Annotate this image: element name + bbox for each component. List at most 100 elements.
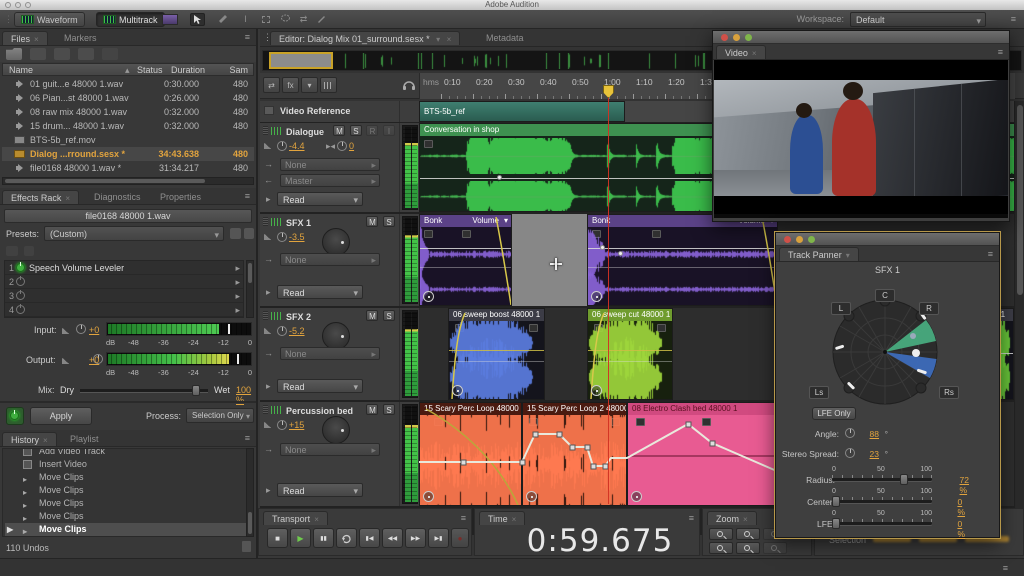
angle-knob[interactable]	[845, 428, 855, 438]
panel-menu-icon[interactable]: ≡	[245, 32, 250, 42]
sfx2-clip-2-selected[interactable]: 06 sweep cut 48000 1	[587, 308, 673, 400]
history-vscrollbar[interactable]	[246, 448, 254, 537]
close-icon[interactable]	[721, 34, 728, 41]
radius-slider-thumb[interactable]	[900, 474, 908, 485]
tab-zoom[interactable]: Zoom×	[707, 511, 757, 525]
window-close-icon[interactable]	[5, 2, 11, 8]
input-selector[interactable]: None▸	[280, 253, 380, 266]
lfe-only-button[interactable]: LFE Only	[812, 407, 856, 420]
panel-menu-icon[interactable]: ≡	[998, 47, 1003, 57]
video-window-titlebar[interactable]	[713, 31, 1009, 44]
video-clip[interactable]: BTS-5b_ref	[419, 101, 625, 122]
close-icon[interactable]: ×	[34, 35, 39, 44]
time-display[interactable]: 0:59.675	[505, 523, 695, 559]
sfx1-track-header[interactable]: SFX 1 M S -3.5 → None▸ ▸ Read▾	[260, 214, 400, 306]
file-row[interactable]: 06 Pian...st 48000 1.wav0:26.000480	[2, 91, 254, 105]
clip-fx-badge[interactable]	[702, 418, 711, 426]
percussion-track-header[interactable]: Percussion bed M S +15 → None▸ ▸ Read▾	[260, 402, 400, 506]
presets-dropdown[interactable]: (Custom) ▾	[44, 226, 224, 241]
close-icon[interactable]: ×	[447, 35, 452, 44]
angle-value[interactable]: 88	[870, 429, 879, 439]
tab-video[interactable]: Video×	[716, 45, 766, 59]
output-selector[interactable]: Master▸	[280, 174, 380, 187]
time-selection-tool-icon[interactable]: I	[238, 13, 253, 26]
tracks-vscrollbar[interactable]	[1014, 101, 1024, 535]
files-column-header[interactable]: Name ▴ Status Duration Sam	[2, 63, 254, 76]
spread-value[interactable]: 23	[870, 449, 879, 459]
volume-value[interactable]: +15	[289, 420, 304, 430]
mute-button[interactable]: M	[333, 125, 345, 136]
lfe-slider[interactable]	[832, 522, 932, 525]
surround-panner-knob[interactable]	[322, 322, 350, 350]
solo-button[interactable]: S	[383, 216, 395, 227]
center-slider-thumb[interactable]	[832, 496, 840, 507]
tab-metadata[interactable]: Metadata	[478, 31, 532, 45]
speaker-r-button[interactable]: R	[919, 302, 939, 315]
tab-transport[interactable]: Transport×	[263, 511, 328, 525]
slip-tool-icon[interactable]: ⇄	[296, 13, 311, 26]
tab-files[interactable]: Files×	[2, 31, 48, 45]
radius-value[interactable]: 72 %	[960, 475, 969, 495]
input-selector[interactable]: None▸	[280, 443, 380, 456]
solo-button[interactable]: S	[350, 125, 362, 136]
file-row[interactable]: file0168 48000 1.wav *31:34.217480	[2, 161, 254, 175]
automation-expand-icon[interactable]: ▸	[266, 194, 271, 205]
center-slider[interactable]	[832, 500, 932, 503]
swap-tracks-icon[interactable]: ⇄	[263, 77, 280, 93]
multitrack-view-button[interactable]: Multitrack	[96, 12, 165, 27]
zoom-in-selection-icon[interactable]	[709, 542, 733, 554]
volume-value[interactable]: -5.2	[289, 326, 305, 336]
apply-button[interactable]: Apply	[30, 407, 92, 425]
window-minimize-icon[interactable]	[15, 2, 21, 8]
remove-effect-icon[interactable]	[24, 246, 34, 256]
input-selector[interactable]: None▸	[280, 158, 380, 171]
sfx2-track-header[interactable]: SFX 2 M S -5.2 → None▸ ▸ Read▾	[260, 308, 400, 400]
goto-next-button[interactable]: ▶▮	[428, 528, 449, 548]
tab-diagnostics[interactable]: Diagnostics	[86, 190, 149, 204]
perc-clip-1[interactable]: 15 Scary Perc Loop 48000 1	[419, 402, 522, 506]
panel-menu-icon[interactable]: ≡	[689, 513, 694, 523]
import-file-icon[interactable]	[30, 48, 46, 60]
tab-history[interactable]: History×	[2, 432, 57, 446]
tab-markers[interactable]: Markers	[56, 31, 105, 45]
file-row[interactable]: 08 raw mix 48000 1.wav0:32.000480	[2, 105, 254, 119]
minimize-icon[interactable]	[796, 236, 803, 243]
loop-playback-button[interactable]	[336, 528, 357, 548]
zoom-out-icon[interactable]	[736, 528, 760, 540]
history-item[interactable]: ▸Move Clips	[5, 510, 249, 523]
fx-icon[interactable]: fx	[282, 77, 299, 93]
video-track-header[interactable]: Video Reference	[260, 101, 400, 122]
fade-out-curve[interactable]	[468, 215, 512, 306]
history-item[interactable]: ▸Move Clips	[5, 471, 249, 484]
history-item[interactable]: Insert Video	[5, 458, 249, 471]
volume-value[interactable]: -3.5	[289, 232, 305, 242]
workspace-dropdown[interactable]: Default ▾	[850, 12, 986, 27]
effect-slot[interactable]: 2▸	[5, 275, 243, 289]
lfe-slider-thumb[interactable]	[832, 518, 840, 529]
arm-record-button[interactable]: R	[366, 125, 378, 136]
envelope-keyframe[interactable]	[600, 245, 605, 250]
fade-handle-icon[interactable]	[452, 385, 463, 396]
file-row[interactable]: 01 guit...e 48000 1.wav0:30.000480	[2, 77, 254, 91]
fade-handle-icon[interactable]	[423, 491, 434, 502]
radius-slider[interactable]	[832, 478, 932, 481]
zoom-icon[interactable]	[808, 236, 815, 243]
volume-knob[interactable]	[277, 420, 287, 430]
volume-knob[interactable]	[277, 141, 287, 151]
fade-out-curve[interactable]	[420, 403, 522, 506]
zoom-full-icon[interactable]	[763, 542, 787, 554]
rewind-button[interactable]: ◀◀	[382, 528, 403, 548]
lasso-tool-icon[interactable]	[278, 13, 293, 26]
mix-slider[interactable]	[80, 389, 208, 392]
goto-previous-button[interactable]: ▮◀	[359, 528, 380, 548]
rack-power-button[interactable]	[6, 407, 24, 425]
zoom-icon[interactable]	[745, 34, 752, 41]
fast-forward-button[interactable]: ▶▶	[405, 528, 426, 548]
fade-handle-icon[interactable]	[591, 291, 602, 302]
fade-handle-icon[interactable]	[423, 291, 434, 302]
pan-value[interactable]: 0	[349, 141, 354, 151]
toolbar-menu-icon[interactable]: ≡	[1011, 14, 1016, 24]
effects-vscrollbar[interactable]	[246, 260, 254, 318]
file-row[interactable]: BTS-5b_ref.mov	[2, 133, 254, 147]
razor-tool-icon[interactable]	[216, 13, 231, 26]
